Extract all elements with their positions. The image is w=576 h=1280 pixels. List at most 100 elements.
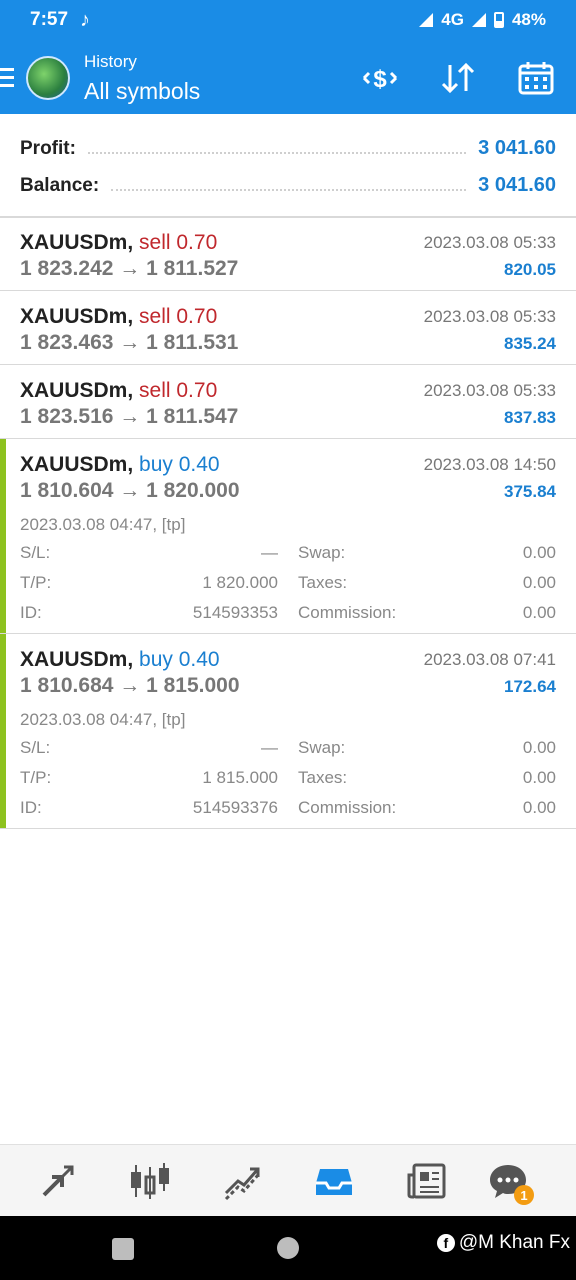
deal-side: sell 0.70	[139, 379, 218, 402]
facebook-icon: f	[436, 1234, 455, 1252]
deal-symbol-text: XAUUSDm,	[20, 231, 134, 254]
profit-value: 3 041.60	[478, 137, 556, 159]
network-type: 4G	[441, 10, 464, 29]
dotted-leader	[111, 189, 467, 191]
commission-label: Commission:	[298, 798, 397, 817]
deal-prices: 1 810.684 → 1 815.000	[20, 674, 240, 697]
deal-open-time: 2023.03.08 04:47, [tp]	[20, 515, 186, 534]
deal-profit: 172.64	[504, 677, 556, 696]
deal-row-expanded[interactable]: XAUUSDm, buy 0.40 1 810.684 → 1 815.000 …	[0, 634, 576, 829]
deal-detail-row: ID: 514593376 Commission: 0.00	[20, 798, 556, 822]
deal-time: 2023.03.08 05:33	[423, 381, 556, 400]
deal-row-expanded[interactable]: XAUUSDm, buy 0.40 1 810.604 → 1 820.000 …	[0, 439, 576, 634]
deal-symbol-text: XAUUSDm,	[20, 305, 134, 328]
deal-side: sell 0.70	[139, 305, 218, 328]
deal-side: buy 0.40	[139, 648, 220, 671]
balance-label: Balance:	[20, 175, 100, 196]
dotted-leader	[87, 152, 467, 154]
deal-symbol: XAUUSDm, buy 0.40	[20, 648, 220, 672]
deal-profit: 837.83	[504, 408, 556, 427]
commission-value: 0.00	[522, 603, 556, 622]
deal-symbol-text: XAUUSDm,	[20, 453, 134, 476]
sort-icon[interactable]	[438, 60, 478, 96]
taxes-value: 0.00	[522, 768, 556, 787]
home-button[interactable]	[277, 1237, 299, 1259]
deal-row[interactable]: XAUUSDm, sell 0.70 1 823.242 → 1 811.527…	[0, 217, 576, 291]
tp-label: T/P:	[20, 768, 52, 787]
header-subtitle: History	[84, 52, 137, 71]
chart-icon[interactable]	[130, 1161, 170, 1201]
taxes-label: Taxes:	[298, 573, 348, 592]
symbol-filter-icon[interactable]: $	[360, 60, 400, 96]
deal-symbol-text: XAUUSDm,	[20, 648, 134, 671]
balance-value: 3 041.60	[478, 174, 556, 196]
deal-open-time: 2023.03.08 04:47, [tp]	[20, 710, 186, 729]
deal-symbol: XAUUSDm, sell 0.70	[20, 379, 217, 403]
trade-icon[interactable]	[222, 1161, 262, 1201]
tp-value: 1 815.000	[202, 768, 278, 787]
swap-value: 0.00	[522, 543, 556, 562]
tp-value: 1 820.000	[202, 573, 278, 592]
bottom-nav: 1	[0, 1144, 576, 1217]
status-time: 7:57	[30, 9, 69, 30]
recents-button[interactable]	[112, 1238, 134, 1260]
deal-profit: 835.24	[504, 334, 556, 353]
deal-row[interactable]: XAUUSDm, sell 0.70 1 823.516 → 1 811.547…	[0, 365, 576, 439]
calendar-icon[interactable]	[516, 60, 556, 96]
metatrader-logo[interactable]	[26, 56, 70, 100]
deal-time: 2023.03.08 14:50	[423, 455, 556, 474]
commission-label: Commission:	[298, 603, 397, 622]
deal-prices: 1 823.516 → 1 811.547	[20, 405, 239, 428]
id-value: 514593376	[192, 798, 278, 817]
deal-detail-row: ID: 514593353 Commission: 0.00	[20, 603, 556, 627]
deal-prices: 1 823.463 → 1 811.531	[20, 331, 239, 354]
tiktok-icon: ♪	[80, 9, 90, 31]
status-right: 4G 48%	[419, 10, 546, 30]
deal-symbol: XAUUSDm, sell 0.70	[20, 231, 217, 255]
swap-label: Swap:	[298, 543, 346, 562]
signal-icon-2	[471, 13, 486, 27]
chat-badge: 1	[514, 1185, 534, 1205]
deal-profit: 375.84	[504, 482, 556, 501]
deal-row[interactable]: XAUUSDm, sell 0.70 1 823.463 → 1 811.531…	[0, 291, 576, 365]
sl-value: —	[261, 543, 278, 562]
deal-detail-row: S/L: — Swap: 0.00	[20, 543, 556, 567]
profit-row: Profit: 3 041.60	[20, 130, 556, 160]
deal-prices: 1 823.242 → 1 811.527	[20, 257, 239, 280]
sl-label: S/L:	[20, 738, 51, 757]
swap-label: Swap:	[298, 738, 346, 757]
deal-side: sell 0.70	[139, 231, 218, 254]
battery-level: 48%	[511, 10, 546, 29]
deal-time: 2023.03.08 05:33	[423, 233, 556, 252]
svg-text:$: $	[373, 66, 387, 93]
balance-row: Balance: 3 041.60	[20, 167, 556, 197]
app-bar: History All symbols $	[0, 42, 576, 114]
deal-detail-row: T/P: 1 820.000 Taxes: 0.00	[20, 573, 556, 597]
deal-detail-row: T/P: 1 815.000 Taxes: 0.00	[20, 768, 556, 792]
watermark-text: @M Khan Fx	[458, 1232, 570, 1253]
watermark: f @M Khan Fx	[436, 1232, 570, 1254]
system-nav-bar: f @M Khan Fx	[0, 1216, 576, 1280]
deal-time: 2023.03.08 07:41	[423, 650, 556, 669]
id-value: 514593353	[192, 603, 278, 622]
history-icon[interactable]	[314, 1161, 354, 1201]
tp-label: T/P:	[20, 573, 52, 592]
taxes-label: Taxes:	[298, 768, 348, 787]
sl-value: —	[261, 738, 278, 757]
id-label: ID:	[20, 798, 42, 817]
menu-icon[interactable]	[0, 68, 14, 88]
id-label: ID:	[20, 603, 42, 622]
sl-label: S/L:	[20, 543, 51, 562]
chat-icon[interactable]: 1	[488, 1161, 534, 1205]
taxes-value: 0.00	[522, 573, 556, 592]
swap-value: 0.00	[522, 738, 556, 757]
status-bar: 7:57 ♪ 4G 48%	[0, 0, 576, 42]
deal-symbol: XAUUSDm, buy 0.40	[20, 453, 220, 477]
deal-detail-row: S/L: — Swap: 0.00	[20, 738, 556, 762]
commission-value: 0.00	[522, 798, 556, 817]
quotes-icon[interactable]	[38, 1161, 78, 1201]
deal-symbol-text: XAUUSDm,	[20, 379, 134, 402]
deal-time: 2023.03.08 05:33	[423, 307, 556, 326]
header-title[interactable]: All symbols	[84, 78, 200, 105]
news-icon[interactable]	[406, 1161, 446, 1201]
